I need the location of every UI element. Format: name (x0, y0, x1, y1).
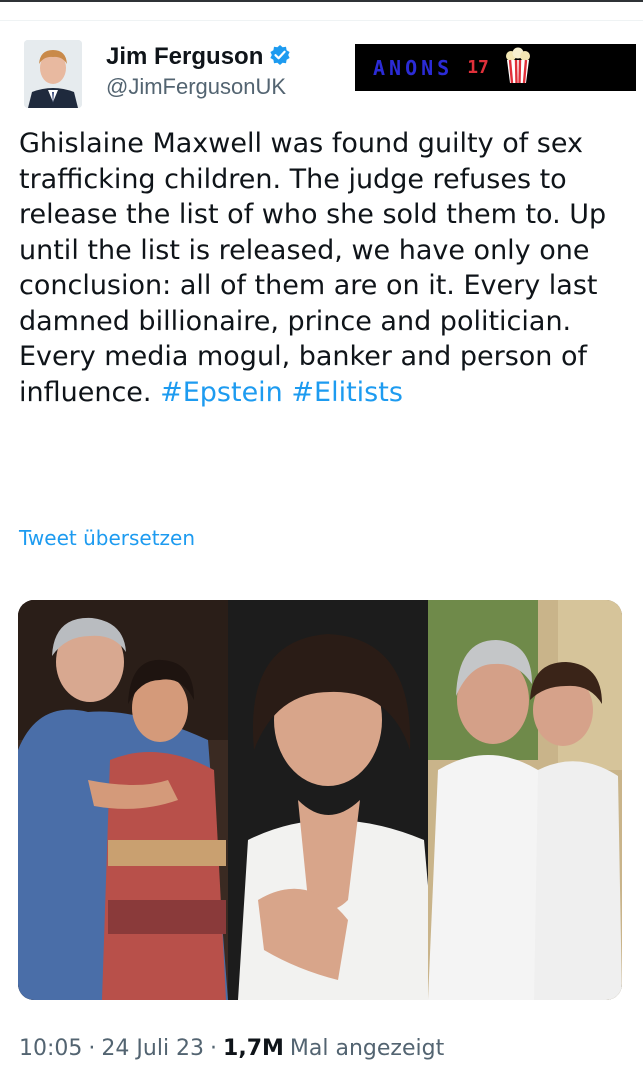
meta-separator: · (88, 1036, 96, 1061)
tweet-text: Ghislaine Maxwell was found guilty of se… (19, 126, 629, 410)
hashtag-epstein[interactable]: #Epstein (160, 377, 283, 408)
banner-number: 17 (467, 57, 489, 78)
tweet-time[interactable]: 10:05 (19, 1036, 82, 1061)
translate-link[interactable]: Tweet übersetzen (19, 526, 195, 550)
tweet-meta: 10:05 · 24 Juli 23 · 1,7M Mal angezeigt (19, 1036, 444, 1061)
popcorn-icon (503, 47, 533, 89)
verified-badge-icon (269, 44, 291, 70)
author-handle[interactable]: @JimFergusonUK (106, 74, 286, 100)
tweet-photo[interactable] (18, 600, 622, 1000)
avatar[interactable] (24, 40, 82, 108)
anons-banner: ANONS 17 (355, 44, 636, 91)
author-name-row[interactable]: Jim Ferguson (106, 42, 291, 72)
hashtag-elitists[interactable]: #Elitists (291, 377, 403, 408)
author-name[interactable]: Jim Ferguson (106, 43, 263, 71)
tweet-body: Ghislaine Maxwell was found guilty of se… (19, 128, 607, 408)
top-divider (0, 20, 643, 21)
views-count: 1,7M (223, 1036, 284, 1061)
top-border (0, 0, 643, 2)
meta-separator: · (210, 1036, 218, 1061)
views-label: Mal angezeigt (289, 1036, 445, 1061)
tweet-date[interactable]: 24 Juli 23 (101, 1036, 204, 1061)
banner-text: ANONS (373, 55, 454, 80)
